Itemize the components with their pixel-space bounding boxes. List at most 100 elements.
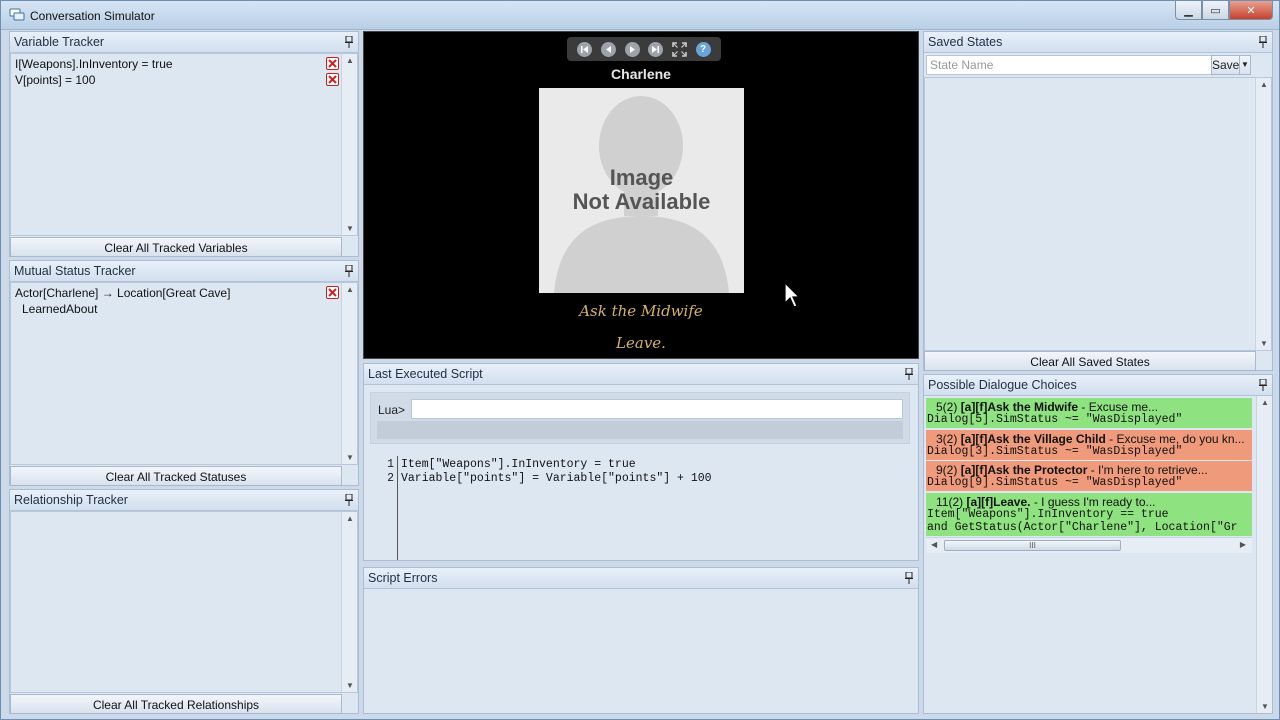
choice-id: 11(2) [936,495,967,509]
horizontal-scrollbar[interactable]: ◀ III ▶ [926,537,1252,553]
line-number-gutter: 1 2 [364,456,398,560]
remove-icon[interactable] [326,57,339,70]
pin-icon[interactable] [345,265,353,277]
help-button[interactable]: ? [695,41,711,57]
script-errors-panel: Script Errors [363,567,919,714]
stage-choice[interactable]: Leave. [364,334,918,352]
lua-console: Lua> [370,392,910,444]
choice-condition: and GetStatus(Actor["Charlene"], Locatio… [927,521,1238,534]
scroll-up-icon[interactable]: ▲ [1261,398,1269,407]
choice-summary: 3(2) [a][f]Ask the Village Child - Excus… [936,432,1245,446]
scroll-down-icon[interactable]: ▼ [346,681,354,690]
pin-icon[interactable] [345,36,353,48]
list-item: V[points] = 100 [15,73,96,87]
vertical-scrollbar[interactable]: ▲ ▼ [1255,78,1271,350]
chevron-down-icon: ▼ [1241,60,1249,69]
choice-name: [a][f]Leave. [966,495,1031,509]
dialogue-choices-header: Possible Dialogue Choices [924,375,1272,396]
chat-bubbles-icon [9,8,25,21]
panel-title: Script Errors [368,571,438,585]
panel-title: Last Executed Script [368,367,483,381]
scroll-up-icon[interactable]: ▲ [346,514,354,523]
close-icon: ✕ [1246,4,1256,17]
minimize-button[interactable]: ▁ [1175,1,1202,20]
dialogue-choice-item[interactable]: 9(2) [a][f]Ask the Protector - I'm here … [926,461,1252,491]
pin-icon[interactable] [905,368,913,380]
mutual-status-tracker-panel: Mutual Status Tracker Actor[Charlene] → … [9,260,359,486]
list-item: LearnedAbout [22,302,98,316]
maximize-button[interactable]: ▭ [1202,1,1229,20]
scroll-right-icon[interactable]: ▶ [1240,540,1246,549]
clear-saved-states-button[interactable]: Clear All Saved States [924,351,1256,371]
clear-tracked-variables-button[interactable]: Clear All Tracked Variables [10,237,342,257]
skip-forward-button[interactable] [648,41,664,57]
relationship-list: ▲ ▼ [10,511,358,693]
line-number: 2 [387,472,394,485]
choice-summary: 9(2) [a][f]Ask the Protector - I'm here … [936,463,1208,477]
clear-tracked-relationships-button[interactable]: Clear All Tracked Relationships [10,694,342,714]
scroll-left-icon[interactable]: ◀ [931,540,937,549]
code-line: Variable["points"] = Variable["points"] … [401,472,712,485]
scroll-down-icon[interactable]: ▼ [346,224,354,233]
choice-condition: Dialog[5].SimStatus ~= "WasDisplayed" [927,413,1183,426]
saved-states-list: ▲ ▼ [924,77,1272,351]
step-back-button[interactable] [600,41,616,57]
pin-icon[interactable] [1259,379,1267,391]
close-button[interactable]: ✕ [1229,1,1273,20]
remove-icon[interactable] [326,286,339,299]
status-list: Actor[Charlene] → Location[Great Cave] L… [10,282,358,465]
scroll-up-icon[interactable]: ▲ [346,56,354,65]
vertical-scrollbar[interactable]: ▲ ▼ [1256,396,1272,713]
choice-text: - I guess I'm ready to... [1030,495,1156,509]
line-number: 1 [387,458,394,471]
list-item: I[Weapons].InInventory = true [15,57,173,71]
scroll-down-icon[interactable]: ▼ [1261,702,1269,711]
vertical-scrollbar[interactable]: ▲ ▼ [341,283,357,464]
state-name-input[interactable]: State Name [926,55,1212,75]
fullscreen-icon[interactable] [672,41,687,57]
placeholder-line: Not Available [572,189,711,214]
placeholder-line: Image [609,165,674,190]
scroll-down-icon[interactable]: ▼ [1260,339,1268,348]
lua-prompt: Lua> [378,403,406,417]
scroll-down-icon[interactable]: ▼ [346,453,354,462]
playback-controls: ? [567,37,721,61]
variable-tracker-panel: Variable Tracker I[Weapons].InInventory … [9,31,359,257]
stage-choice[interactable]: Ask the Midwife [364,302,918,320]
mutual-status-tracker-header: Mutual Status Tracker [10,261,358,282]
skip-back-button[interactable] [577,41,593,57]
script-code-view: 1 2 Item["Weapons"].InInventory = true V… [364,456,918,560]
dialogue-choice-item[interactable]: 11(2) [a][f]Leave. - I guess I'm ready t… [926,493,1252,536]
panel-title: Mutual Status Tracker [14,264,136,278]
step-forward-button[interactable] [624,41,640,57]
variable-list: I[Weapons].InInventory = true V[points] … [10,53,358,236]
panel-title: Saved States [928,35,1003,49]
save-dropdown-button[interactable]: ▼ [1239,55,1251,75]
minimize-icon: ▁ [1184,4,1193,17]
scroll-thumb[interactable]: III [944,540,1121,551]
choice-id: 3(2) [936,432,961,446]
pin-icon[interactable] [905,572,913,584]
scroll-up-icon[interactable]: ▲ [346,285,354,294]
saved-states-header: Saved States [924,32,1272,53]
actor-name: Charlene [611,66,671,82]
dialogue-choice-item[interactable]: 3(2) [a][f]Ask the Village Child - Excus… [926,430,1252,460]
choice-text: - Excuse me, do you kn... [1105,432,1245,446]
choice-text: - Excuse me... [1078,400,1159,414]
choice-name: [a][f]Ask the Village Child [960,432,1106,446]
remove-icon[interactable] [326,73,339,86]
vertical-scrollbar[interactable]: ▲ ▼ [341,512,357,692]
vertical-scrollbar[interactable]: ▲ ▼ [341,54,357,235]
save-state-button[interactable]: Save [1211,55,1240,75]
saved-states-body: State Name Save ▼ ▲ ▼ Clear All Saved Sta… [924,53,1272,371]
pin-icon[interactable] [1259,36,1267,48]
lua-input[interactable] [411,399,903,419]
choice-name: [a][f]Ask the Protector [960,463,1088,477]
choice-text: - I'm here to retrieve... [1087,463,1208,477]
pin-icon[interactable] [345,494,353,506]
title-bar: Conversation Simulator ▁ ▭ ✕ [1,1,1279,30]
clear-tracked-statuses-button[interactable]: Clear All Tracked Statuses [10,466,342,486]
window-title: Conversation Simulator [30,9,155,23]
dialogue-choice-item[interactable]: 5(2) [a][f]Ask the Midwife - Excuse me..… [926,398,1252,428]
scroll-up-icon[interactable]: ▲ [1260,80,1268,89]
